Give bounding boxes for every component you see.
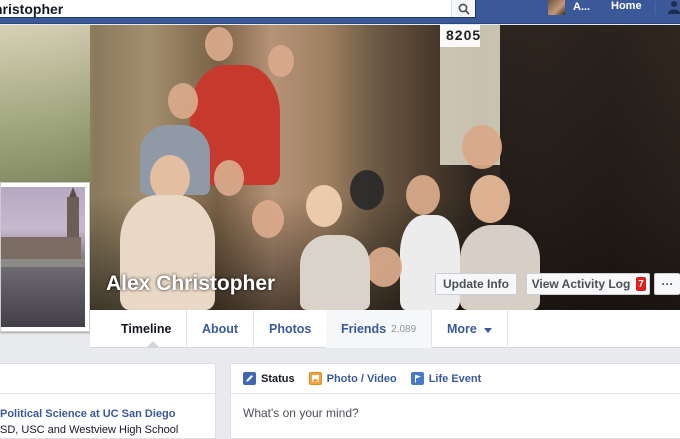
composer-tabs: Status Photo / Video Life Event — [231, 364, 680, 394]
tab-label: More — [447, 322, 477, 336]
composer-tab-life-event[interactable]: Life Event — [410, 372, 482, 385]
view-activity-log-button[interactable]: View Activity Log 7 — [526, 273, 650, 295]
tab-label: About — [202, 322, 239, 336]
status-input[interactable]: What's on your mind? — [243, 406, 359, 420]
education-prefix: Political Science at — [0, 408, 103, 420]
intro-card: Political Science at UC San Diego SD, US… — [0, 363, 216, 439]
composer-tab-status[interactable]: Status — [243, 372, 295, 385]
cover-photo[interactable]: 8205 — [0, 25, 680, 310]
nav-divider — [655, 2, 656, 14]
education-line: Political Science at UC San Diego — [0, 408, 175, 420]
house-number-sign: 8205 — [446, 27, 482, 43]
chevron-down-icon — [483, 327, 492, 333]
post-composer: Status Photo / Video Life Event What's o… — [230, 363, 680, 439]
tab-label: Photos — [269, 322, 312, 336]
search-input[interactable]: hristopher — [0, 1, 63, 17]
composer-tab-label: Status — [261, 372, 295, 385]
composer-tab-photo-video[interactable]: Photo / Video — [308, 372, 397, 385]
past-schools-line: SD, USC and Westview High School — [0, 424, 179, 436]
profile-name[interactable]: Alex Christopher — [106, 272, 275, 296]
search-box[interactable]: hristopher — [0, 0, 476, 18]
flag-icon — [410, 372, 424, 385]
timeline-nav: Timeline About Photos Friends 2,089 More — [90, 310, 680, 348]
friend-requests-icon[interactable] — [666, 0, 680, 14]
tab-label: Timeline — [121, 322, 172, 336]
pencil-icon — [243, 372, 256, 385]
top-navigation-bar: hristopher A... Home — [0, 0, 680, 24]
more-options-button[interactable]: ··· — [654, 273, 680, 295]
composer-tab-label: Life Event — [428, 372, 482, 385]
composer-tab-label: Photo / Video — [326, 372, 397, 385]
tab-about[interactable]: About — [187, 310, 255, 348]
search-button[interactable] — [451, 0, 475, 17]
active-tab-pointer — [146, 341, 160, 348]
update-info-button[interactable]: Update Info — [435, 273, 517, 295]
tab-photos[interactable]: Photos — [254, 310, 328, 348]
tab-label: Friends — [341, 322, 387, 336]
view-activity-log-label: View Activity Log — [531, 277, 631, 291]
activity-count-badge: 7 — [636, 277, 646, 291]
friends-count: 2,089 — [391, 323, 417, 335]
user-name-link[interactable]: A... — [573, 1, 590, 13]
profile-picture[interactable] — [0, 182, 90, 332]
user-avatar[interactable] — [548, 0, 565, 15]
home-link[interactable]: Home — [611, 0, 642, 12]
school-link[interactable]: UC San Diego — [103, 408, 176, 420]
intro-card-header — [0, 364, 215, 394]
search-icon — [458, 3, 470, 15]
tab-more[interactable]: More — [432, 310, 508, 348]
photo-icon — [308, 372, 322, 385]
tab-friends[interactable]: Friends 2,089 — [326, 310, 433, 348]
